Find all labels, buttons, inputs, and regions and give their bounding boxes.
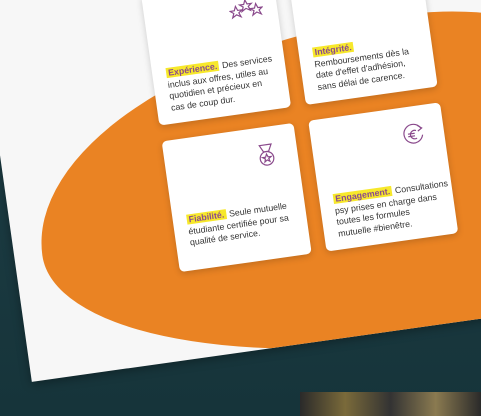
card-text: Engagement. Consultations psy prises en c…	[332, 178, 448, 240]
card-engagement: Engagement. Consultations psy prises en c…	[308, 102, 459, 252]
handshake-icon	[374, 0, 412, 4]
card-text: Intégrité. Remboursements dès la date d'e…	[312, 32, 426, 93]
card-fiabilite: Fiabilité. Seule mutuelle étudiante certi…	[161, 122, 312, 273]
card-body: Des services inclus aux offres, utiles a…	[167, 53, 273, 113]
card-experience: Expérience. Des services inclus aux offre…	[141, 0, 292, 126]
card-integrite: Intégrité. Remboursements dès la date d'e…	[287, 0, 438, 105]
card-text: Expérience. Des services inclus aux offre…	[165, 53, 279, 114]
medal-icon	[258, 143, 275, 166]
photo-strip	[300, 392, 481, 416]
euro-cycle-icon	[403, 123, 424, 144]
values-section: Expérience. Des services inclus aux offre…	[0, 0, 481, 382]
three-stars-icon	[228, 0, 264, 20]
card-body: Seule mutuelle étudiante certifiée pour …	[187, 200, 290, 248]
card-text: Fiabilité. Seule mutuelle étudiante certi…	[186, 200, 299, 249]
